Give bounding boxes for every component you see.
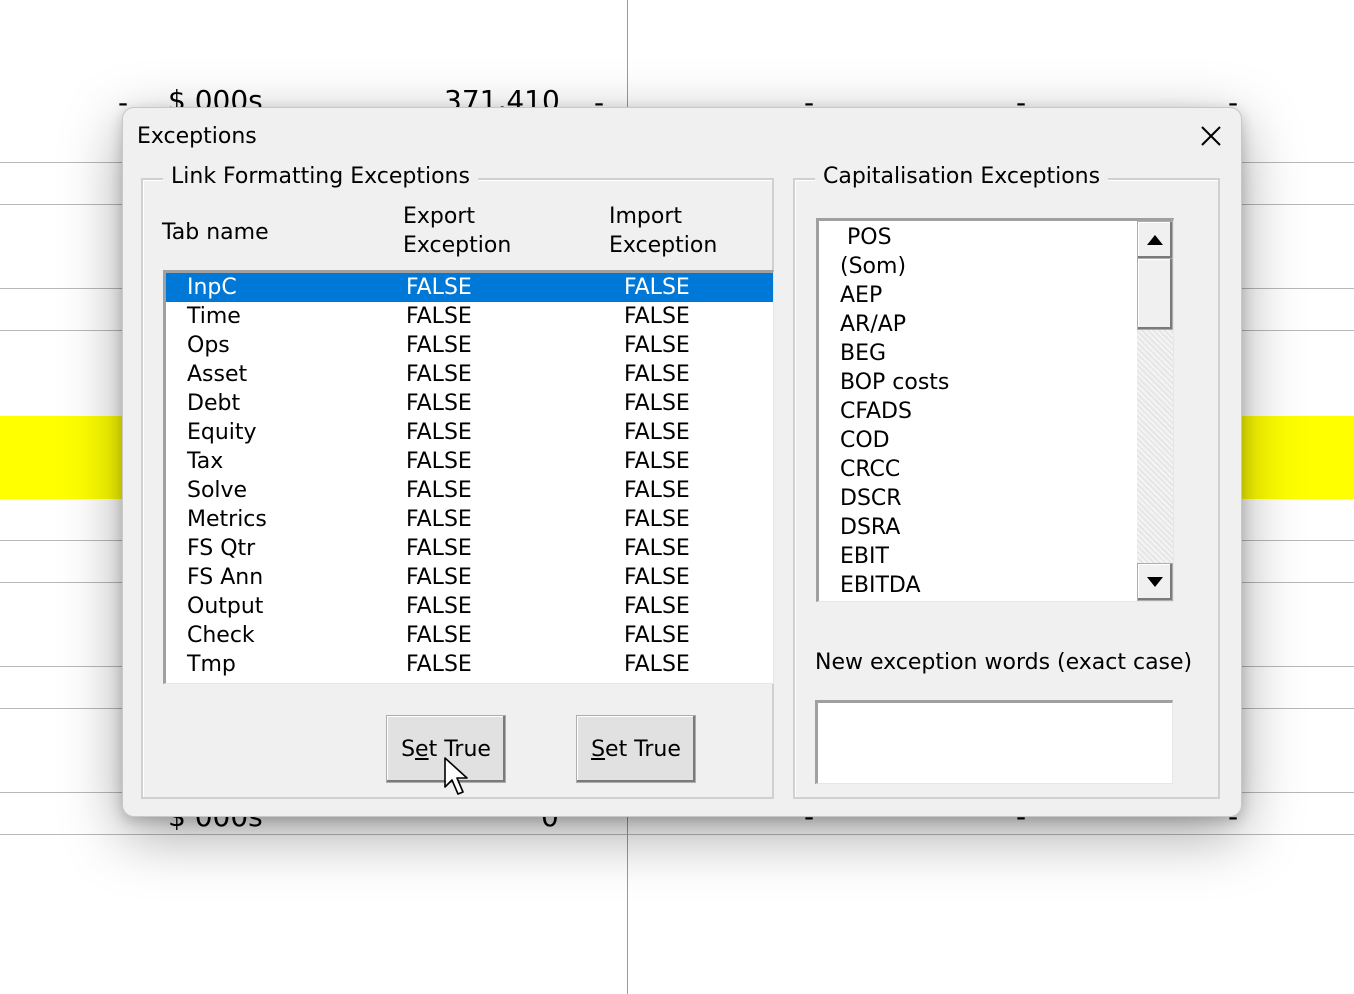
close-button[interactable] <box>1195 120 1227 152</box>
link-formatting-group: Link Formatting Exceptions Tab name Expo… <box>141 164 774 799</box>
list-item-export: FALSE <box>406 536 472 561</box>
list-item[interactable]: FS Qtr FALSE FALSE <box>166 534 773 563</box>
link-formatting-legend: Link Formatting Exceptions <box>163 164 478 189</box>
list-item-export: FALSE <box>406 391 472 416</box>
list-item-import: FALSE <box>624 391 690 416</box>
list-item[interactable]: Time FALSE FALSE <box>166 302 773 331</box>
list-item[interactable]: Ops FALSE FALSE <box>166 331 773 360</box>
list-item-import: FALSE <box>624 333 690 358</box>
scroll-thumb[interactable] <box>1137 258 1173 330</box>
list-item[interactable]: EBIT <box>840 542 889 571</box>
gridline <box>0 834 1354 835</box>
list-item-tab: Time <box>187 304 241 329</box>
exceptions-dialog: Exceptions Link Formatting Exceptions Ta… <box>122 107 1242 817</box>
list-item-tab: Output <box>187 594 264 619</box>
list-item-export: FALSE <box>406 478 472 503</box>
list-item-import: FALSE <box>624 594 690 619</box>
list-item-tab: Solve <box>187 478 248 503</box>
list-item[interactable]: Check FALSE FALSE <box>166 621 773 650</box>
close-icon <box>1201 126 1221 146</box>
list-item-import: FALSE <box>624 565 690 590</box>
list-item-import: FALSE <box>624 652 690 677</box>
list-item[interactable]: Tmp FALSE FALSE <box>166 650 773 679</box>
list-item-export: FALSE <box>406 507 472 532</box>
list-item[interactable]: COD <box>840 426 890 455</box>
list-item-export: FALSE <box>406 275 472 300</box>
list-item-tab: Equity <box>187 420 257 445</box>
list-item-export: FALSE <box>406 594 472 619</box>
column-header-export-line1: Export <box>403 204 476 229</box>
list-item[interactable]: CFADS <box>840 397 912 426</box>
list-item-import: FALSE <box>624 623 690 648</box>
list-item-tab: FS Ann <box>187 565 264 590</box>
list-item[interactable]: Equity FALSE FALSE <box>166 418 773 447</box>
list-item-tab: Tmp <box>187 652 236 677</box>
list-item-import: FALSE <box>624 507 690 532</box>
list-item-import: FALSE <box>624 536 690 561</box>
scroll-up-button[interactable] <box>1137 221 1173 259</box>
list-item-tab: Debt <box>187 391 241 416</box>
list-item-tab: Asset <box>187 362 248 387</box>
list-item[interactable]: EBITDA <box>840 571 921 600</box>
list-item-import: FALSE <box>624 304 690 329</box>
vertical-scrollbar[interactable] <box>1137 221 1173 601</box>
list-item-tab: FS Qtr <box>187 536 256 561</box>
column-header-export: Export Exception <box>403 202 511 260</box>
list-item-tab: Metrics <box>187 507 267 532</box>
column-header-import-line1: Import <box>609 204 683 229</box>
list-item[interactable]: Solve FALSE FALSE <box>166 476 773 505</box>
arrow-down-icon <box>1147 577 1163 587</box>
list-item-tab: Check <box>187 623 255 648</box>
capitalisation-group: Capitalisation Exceptions EBITDA EBIT DSRA… <box>793 164 1220 799</box>
list-item[interactable]: DSCR <box>840 484 902 513</box>
column-header-export-line2: Exception <box>403 233 512 258</box>
list-item[interactable]: Debt FALSE FALSE <box>166 389 773 418</box>
list-item-import: FALSE <box>624 449 690 474</box>
list-item-export: FALSE <box>406 304 472 329</box>
list-item[interactable]: FS Ann FALSE FALSE <box>166 563 773 592</box>
list-item[interactable]: BEG <box>840 339 886 368</box>
list-item-import: FALSE <box>624 275 690 300</box>
list-item[interactable]: Metrics FALSE FALSE <box>166 505 773 534</box>
set-import-true-label: Set True <box>591 736 681 762</box>
set-import-true-button[interactable]: Set True <box>576 715 696 783</box>
list-item[interactable]: AEP <box>840 281 882 310</box>
list-item-export: FALSE <box>406 623 472 648</box>
list-item[interactable]: Asset FALSE FALSE <box>166 360 773 389</box>
capitalisation-listbox[interactable]: EBITDA EBIT DSRA DSCR CRCC COD CFADS BOP costs B… <box>816 218 1174 602</box>
list-item-tab: Tax <box>187 449 224 474</box>
list-item[interactable]: BOP costs <box>840 368 949 397</box>
list-item[interactable]: Output FALSE FALSE <box>166 592 773 621</box>
dialog-title: Exceptions <box>137 124 257 149</box>
list-item-import: FALSE <box>624 362 690 387</box>
list-item-export: FALSE <box>406 449 472 474</box>
list-item[interactable]: Tax FALSE FALSE <box>166 447 773 476</box>
list-item-export: FALSE <box>406 333 472 358</box>
list-item[interactable]: CRCC <box>840 455 900 484</box>
list-item[interactable]: AR/AP <box>840 310 906 339</box>
capitalisation-legend: Capitalisation Exceptions <box>815 164 1109 189</box>
list-item-export: FALSE <box>406 652 472 677</box>
list-item-tab: InpC <box>187 275 237 300</box>
mouse-pointer-icon <box>444 757 468 795</box>
column-header-import: Import Exception <box>609 202 717 260</box>
column-header-import-line2: Exception <box>609 233 718 258</box>
list-item[interactable]: DSRA <box>840 513 900 542</box>
list-item[interactable]: (Som) <box>840 252 906 281</box>
list-item-export: FALSE <box>406 362 472 387</box>
list-item-export: FALSE <box>406 565 472 590</box>
new-exception-input[interactable] <box>815 700 1173 784</box>
list-item-import: FALSE <box>624 420 690 445</box>
list-item-import: FALSE <box>624 478 690 503</box>
scroll-down-button[interactable] <box>1137 563 1173 601</box>
arrow-up-icon <box>1147 235 1163 245</box>
list-item[interactable]: POS <box>840 223 892 252</box>
column-header-tab-name: Tab name <box>162 220 269 245</box>
list-item-export: FALSE <box>406 420 472 445</box>
tab-exceptions-listbox[interactable]: InpC FALSE FALSE Time FALSE FALSE Ops FALSE FALS… <box>163 270 774 684</box>
list-item-tab: Ops <box>187 333 230 358</box>
list-item[interactable]: InpC FALSE FALSE <box>166 273 773 302</box>
new-exception-label: New exception words (exact case) <box>815 650 1193 675</box>
